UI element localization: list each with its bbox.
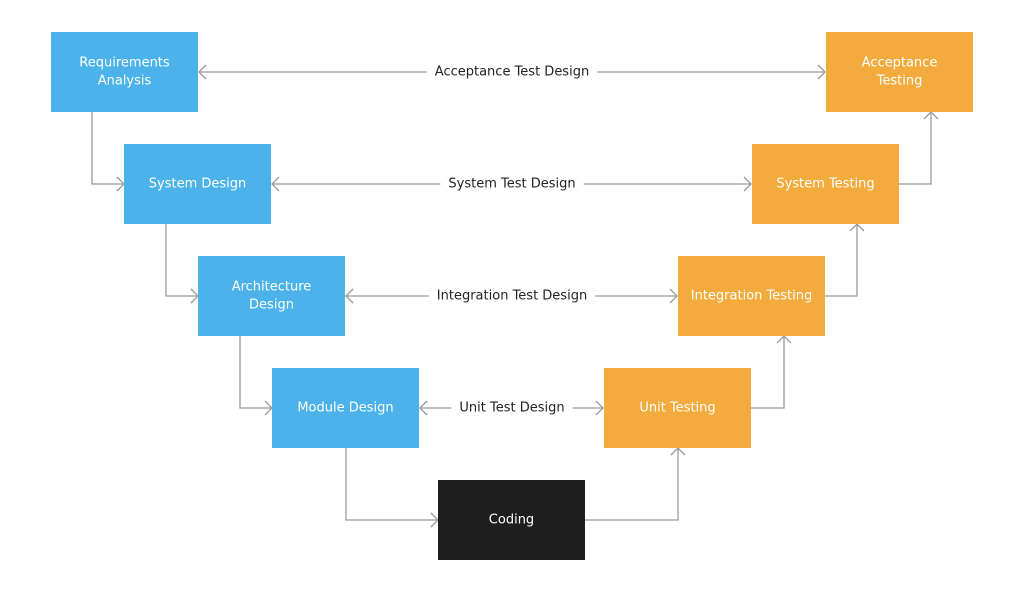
design-box-2-label: System Design xyxy=(149,177,247,192)
test-design-link: Acceptance Test Design xyxy=(199,62,825,82)
test-design-label: System Test Design xyxy=(448,177,575,192)
testing-box-1[interactable]: Acceptance Testing xyxy=(826,32,973,112)
flow-connector xyxy=(345,448,438,521)
design-box-2[interactable]: System Design xyxy=(124,144,271,224)
test-design-label: Acceptance Test Design xyxy=(435,65,589,80)
testing-box-3[interactable]: Integration Testing xyxy=(678,256,825,336)
design-box-3-rect xyxy=(198,256,345,336)
flow-connector xyxy=(751,336,785,409)
flow-connector xyxy=(899,112,932,185)
coding-box-label: Coding xyxy=(489,513,534,528)
testing-box-3-label: Integration Testing xyxy=(691,289,812,304)
design-box-1-rect xyxy=(51,32,198,112)
testing-box-1-label: Acceptance xyxy=(862,56,938,71)
flow-connector xyxy=(585,448,679,521)
test-design-label: Unit Test Design xyxy=(459,401,564,416)
design-box-1-label: Requirements xyxy=(79,56,170,71)
test-design-link: System Test Design xyxy=(272,174,751,194)
test-design-link: Unit Test Design xyxy=(420,398,603,418)
design-box-3-label: Architecture xyxy=(232,280,312,295)
design-box-4[interactable]: Module Design xyxy=(272,368,419,448)
flow-connector xyxy=(239,336,272,409)
testing-box-4-label: Unit Testing xyxy=(639,401,715,416)
design-box-4-label: Module Design xyxy=(297,401,393,416)
coding-box[interactable]: Coding xyxy=(438,480,585,560)
test-design-label: Integration Test Design xyxy=(437,289,587,304)
v-model-diagram: Acceptance Test Design System Test Design… xyxy=(51,32,973,560)
testing-box-2[interactable]: System Testing xyxy=(752,144,899,224)
testing-box-1-rect xyxy=(826,32,973,112)
design-box-3[interactable]: Architecture Design xyxy=(198,256,345,336)
design-box-1-label: Analysis xyxy=(98,74,152,89)
testing-box-2-label: System Testing xyxy=(776,177,874,192)
flow-connector xyxy=(165,224,198,297)
testing-box-4[interactable]: Unit Testing xyxy=(604,368,751,448)
testing-box-1-label: Testing xyxy=(876,74,923,89)
test-design-link: Integration Test Design xyxy=(346,286,677,306)
design-box-3-label: Design xyxy=(249,298,294,313)
design-box-1[interactable]: Requirements Analysis xyxy=(51,32,198,112)
flow-connector xyxy=(825,224,858,297)
flow-connector xyxy=(91,112,124,185)
